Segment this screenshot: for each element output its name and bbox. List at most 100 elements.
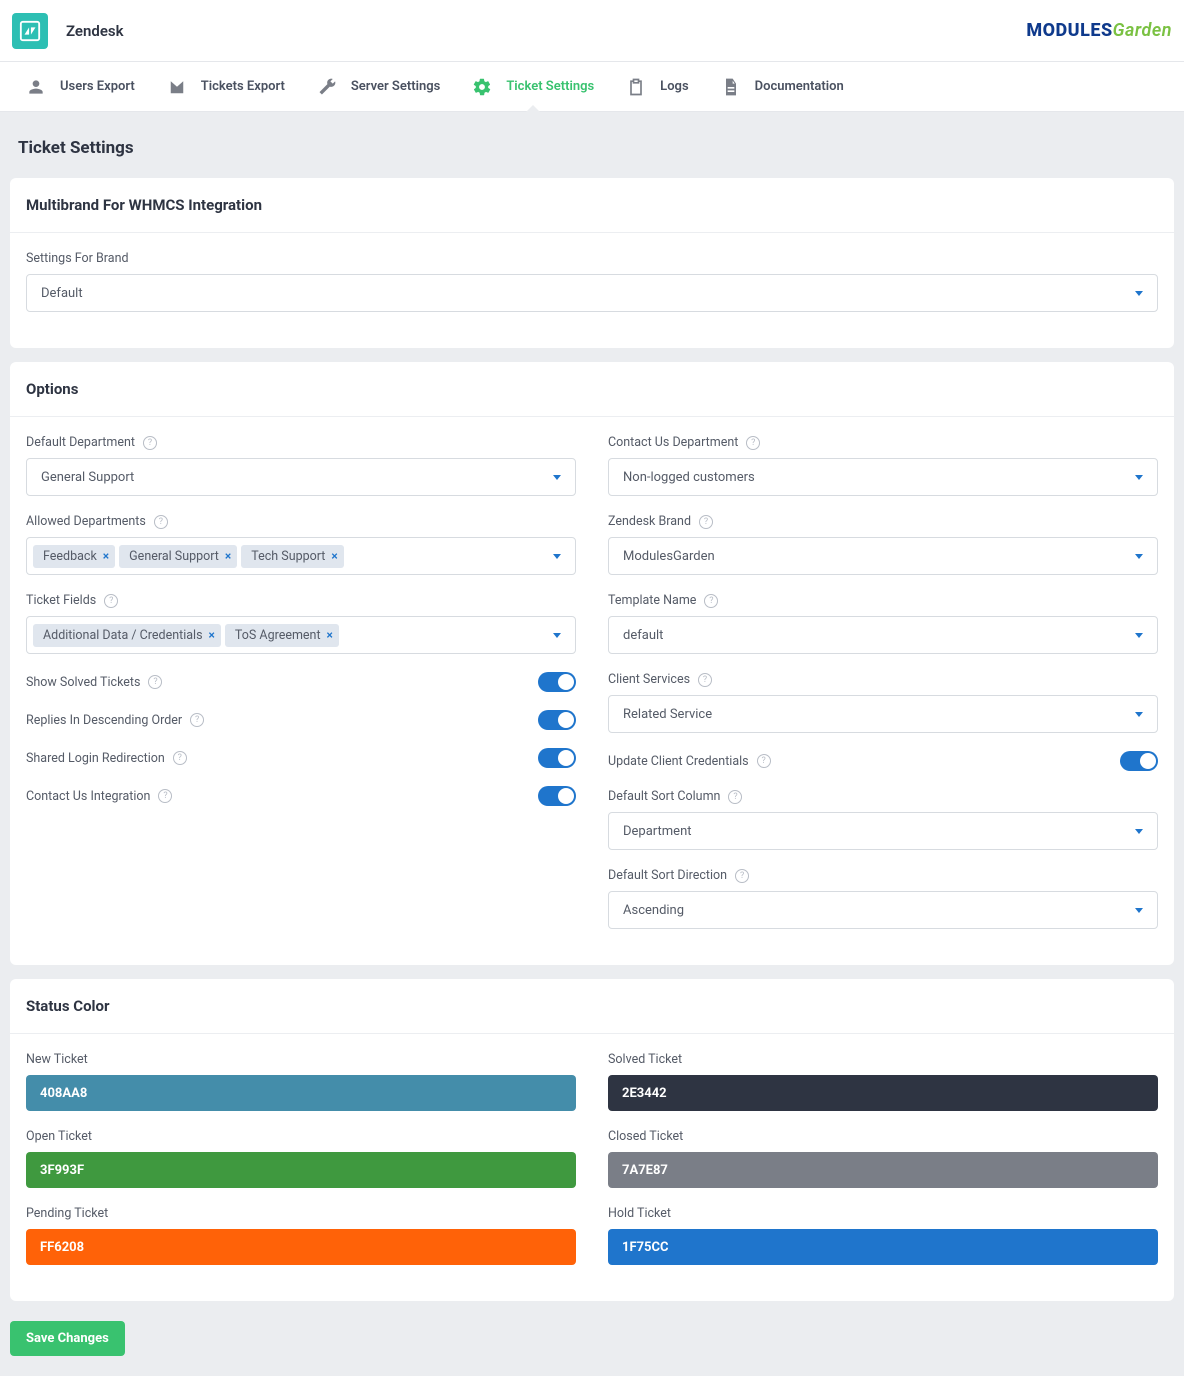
chevron-down-icon	[1135, 291, 1143, 296]
closed-ticket-label: Closed Ticket	[608, 1129, 1158, 1144]
replies-descending-toggle[interactable]	[538, 710, 576, 730]
shared-login-toggle[interactable]	[538, 748, 576, 768]
tag-additional-data: Additional Data / Credentials×	[33, 624, 221, 647]
nav-label: Server Settings	[351, 79, 440, 94]
multibrand-card: Multibrand For WHMCS Integration Setting…	[10, 178, 1174, 348]
template-name-select[interactable]: default	[608, 616, 1158, 654]
new-ticket-label: New Ticket	[26, 1052, 576, 1067]
zendesk-brand-label: Zendesk Brand	[608, 514, 691, 529]
chevron-down-icon	[1135, 712, 1143, 717]
solved-ticket-color-input[interactable]: 2E3442	[608, 1075, 1158, 1111]
zendesk-brand-select[interactable]: ModulesGarden	[608, 537, 1158, 575]
app-header: Zendesk MODULESGarden	[0, 0, 1184, 62]
new-ticket-color-input[interactable]: 408AA8	[26, 1075, 576, 1111]
shared-login-label: Shared Login Redirection	[26, 751, 165, 766]
tag-remove-icon[interactable]: ×	[209, 628, 215, 642]
template-name-label: Template Name	[608, 593, 696, 608]
select-value: General Support	[41, 470, 134, 485]
nav-label: Ticket Settings	[506, 79, 594, 94]
status-color-card: Status Color New Ticket 408AA8 Open Ticke…	[10, 979, 1174, 1301]
show-solved-tickets-label: Show Solved Tickets	[26, 675, 140, 690]
tag-general-support: General Support×	[119, 545, 237, 568]
update-client-credentials-label: Update Client Credentials	[608, 754, 749, 769]
chevron-down-icon	[553, 633, 561, 638]
help-icon[interactable]: ?	[699, 515, 713, 529]
client-services-select[interactable]: Related Service	[608, 695, 1158, 733]
select-value: Related Service	[623, 707, 712, 722]
settings-for-brand-label: Settings For Brand	[26, 251, 1158, 266]
nav-documentation[interactable]: Documentation	[705, 62, 860, 112]
card-title: Options	[10, 362, 1174, 417]
card-title: Status Color	[10, 979, 1174, 1034]
contact-us-integration-toggle[interactable]	[538, 786, 576, 806]
help-icon[interactable]: ?	[704, 594, 718, 608]
solved-ticket-label: Solved Ticket	[608, 1052, 1158, 1067]
tag-remove-icon[interactable]: ×	[331, 549, 337, 563]
nav-label: Tickets Export	[201, 79, 285, 94]
hold-ticket-color-input[interactable]: 1F75CC	[608, 1229, 1158, 1265]
brand-logo: MODULESGarden	[1026, 20, 1172, 41]
ticket-fields-select[interactable]: Additional Data / Credentials× ToS Agree…	[26, 616, 576, 654]
open-ticket-color-input[interactable]: 3F993F	[26, 1152, 576, 1188]
tag-remove-icon[interactable]: ×	[103, 549, 109, 563]
nav-label: Users Export	[60, 79, 135, 94]
tag-remove-icon[interactable]: ×	[225, 549, 231, 563]
document-icon	[721, 77, 741, 97]
select-value: Non-logged customers	[623, 470, 755, 485]
chevron-down-icon	[1135, 633, 1143, 638]
nav-label: Documentation	[755, 79, 844, 94]
tag-remove-icon[interactable]: ×	[327, 628, 333, 642]
help-icon[interactable]: ?	[148, 675, 162, 689]
help-icon[interactable]: ?	[735, 869, 749, 883]
help-icon[interactable]: ?	[190, 713, 204, 727]
card-title: Multibrand For WHMCS Integration	[10, 178, 1174, 233]
nav-tickets-export[interactable]: Tickets Export	[151, 62, 301, 112]
allowed-departments-select[interactable]: Feedback× General Support× Tech Support×	[26, 537, 576, 575]
pending-ticket-color-input[interactable]: FF6208	[26, 1229, 576, 1265]
chevron-down-icon	[553, 554, 561, 559]
default-department-select[interactable]: General Support	[26, 458, 576, 496]
default-sort-direction-select[interactable]: Ascending	[608, 891, 1158, 929]
chevron-down-icon	[1135, 908, 1143, 913]
mail-icon	[167, 77, 187, 97]
zendesk-app-icon	[12, 13, 48, 49]
contact-us-integration-label: Contact Us Integration	[26, 789, 150, 804]
tag-tos-agreement: ToS Agreement×	[225, 624, 339, 647]
select-value: ModulesGarden	[623, 549, 715, 564]
allowed-departments-label: Allowed Departments	[26, 514, 146, 529]
default-sort-column-select[interactable]: Department	[608, 812, 1158, 850]
help-icon[interactable]: ?	[173, 751, 187, 765]
replies-descending-label: Replies In Descending Order	[26, 713, 182, 728]
help-icon[interactable]: ?	[746, 436, 760, 450]
help-icon[interactable]: ?	[104, 594, 118, 608]
nav-server-settings[interactable]: Server Settings	[301, 62, 456, 112]
update-client-credentials-toggle[interactable]	[1120, 751, 1158, 771]
contact-us-department-select[interactable]: Non-logged customers	[608, 458, 1158, 496]
help-icon[interactable]: ?	[698, 673, 712, 687]
select-value: Department	[623, 824, 692, 839]
main-nav: Users Export Tickets Export Server Setti…	[0, 62, 1184, 112]
nav-users-export[interactable]: Users Export	[10, 62, 151, 112]
gear-icon	[472, 77, 492, 97]
chevron-down-icon	[1135, 829, 1143, 834]
page-content: Ticket Settings Multibrand For WHMCS Int…	[0, 112, 1184, 1376]
select-value: Ascending	[623, 903, 684, 918]
help-icon[interactable]: ?	[757, 754, 771, 768]
hold-ticket-label: Hold Ticket	[608, 1206, 1158, 1221]
help-icon[interactable]: ?	[154, 515, 168, 529]
options-card: Options Default Department? General Supp…	[10, 362, 1174, 965]
person-icon	[26, 77, 46, 97]
settings-for-brand-select[interactable]: Default	[26, 274, 1158, 312]
help-icon[interactable]: ?	[143, 436, 157, 450]
nav-ticket-settings[interactable]: Ticket Settings	[456, 62, 610, 112]
help-icon[interactable]: ?	[728, 790, 742, 804]
chevron-down-icon	[1135, 475, 1143, 480]
select-value: default	[623, 628, 663, 643]
show-solved-tickets-toggle[interactable]	[538, 672, 576, 692]
help-icon[interactable]: ?	[158, 789, 172, 803]
open-ticket-label: Open Ticket	[26, 1129, 576, 1144]
default-sort-direction-label: Default Sort Direction	[608, 868, 727, 883]
nav-logs[interactable]: Logs	[610, 62, 704, 112]
closed-ticket-color-input[interactable]: 7A7E87	[608, 1152, 1158, 1188]
ticket-fields-label: Ticket Fields	[26, 593, 96, 608]
